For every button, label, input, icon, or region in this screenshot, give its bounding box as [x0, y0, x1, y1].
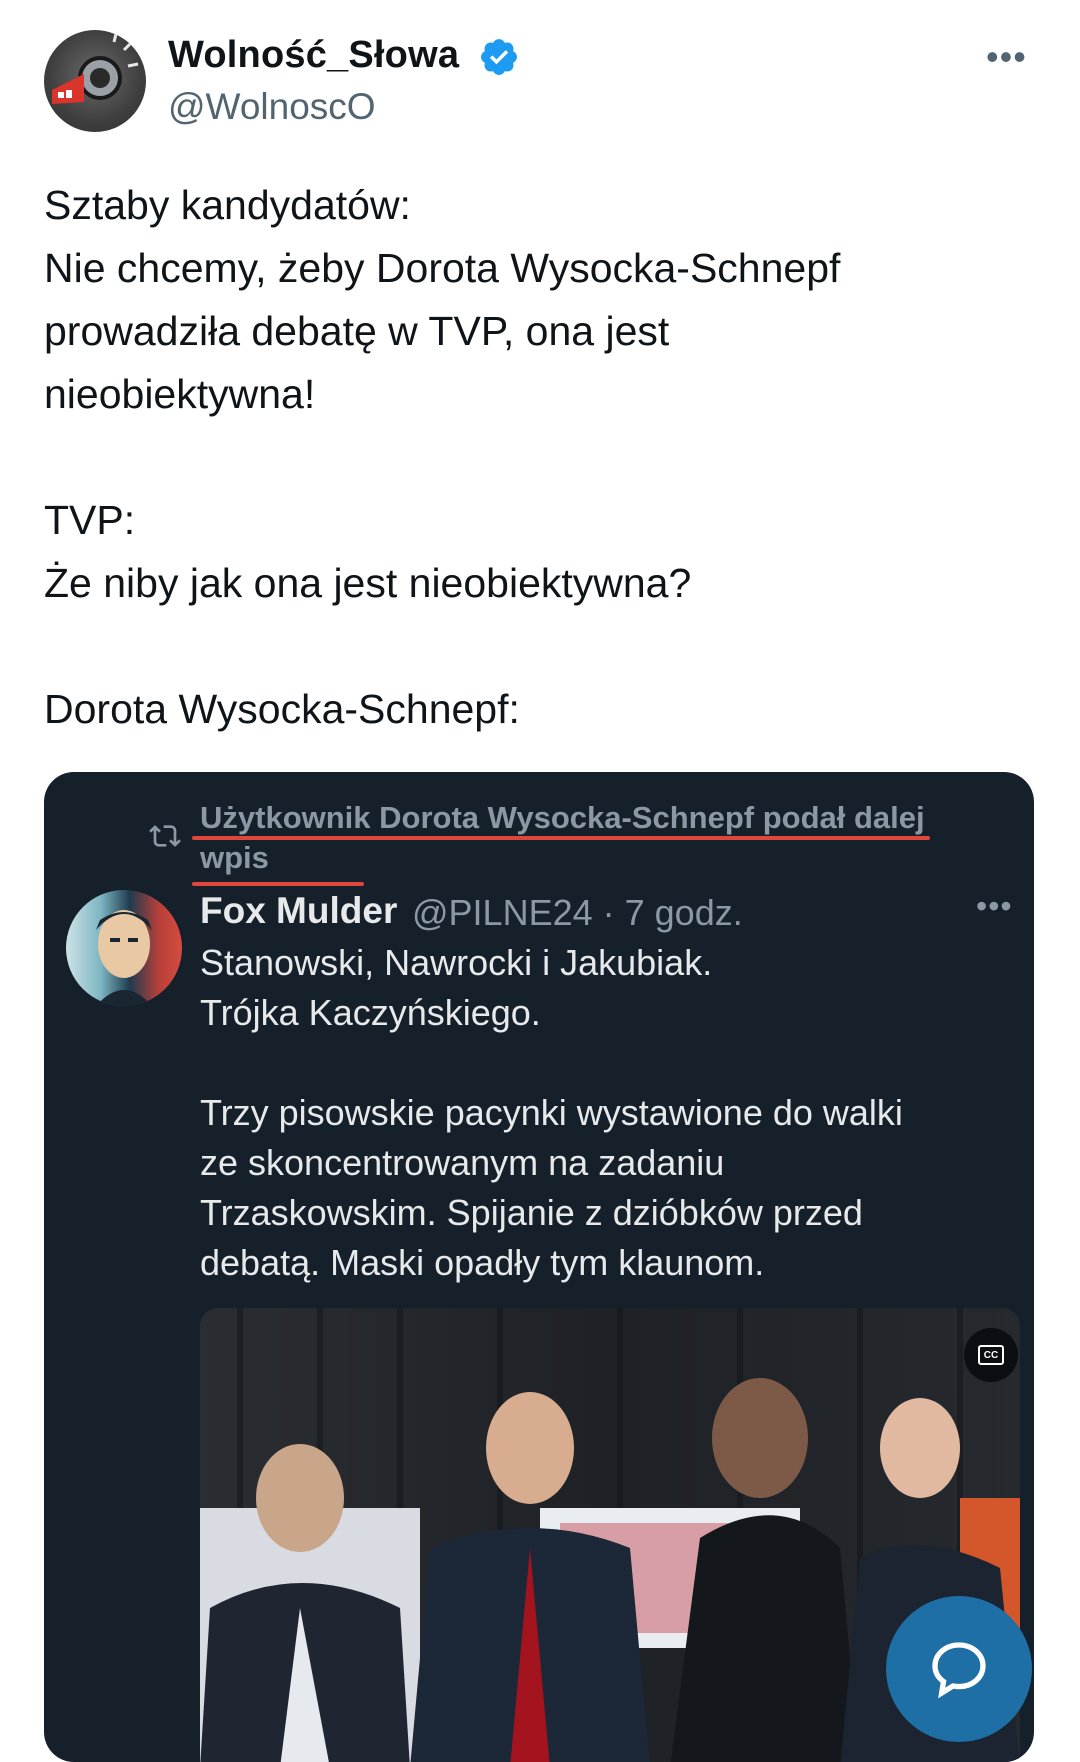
- tweet-body: Sztaby kandydatów: Nie chcemy, żeby Doro…: [44, 174, 1024, 741]
- body-line: Że niby jak ona jest nieobiektywna?: [44, 560, 692, 606]
- repost-icon: [149, 825, 181, 847]
- quoted-line: Trójka Kaczyńskiego.: [200, 992, 541, 1033]
- quoted-handle-time: @PILNE24 · 7 godz.: [412, 892, 743, 933]
- quoted-body: Stanowski, Nawrocki i Jakubiak. Trójka K…: [200, 938, 1020, 1288]
- red-underline: [192, 836, 930, 840]
- more-horizontal-icon[interactable]: •••: [986, 36, 1027, 78]
- body-line: Nie chcemy, żeby Dorota Wysocka-Schnepf: [44, 245, 841, 291]
- body-line: Dorota Wysocka-Schnepf:: [44, 686, 520, 732]
- author-display-name[interactable]: Wolność_Słowa: [168, 34, 459, 77]
- portrait-image: [96, 910, 152, 1006]
- chat-fab-button[interactable]: [886, 1596, 1032, 1742]
- embedded-screenshot[interactable]: Użytkownik Dorota Wysocka-Schnepf podał …: [44, 772, 1034, 1762]
- megaphone-icon: [52, 33, 139, 104]
- body-line: prowadziła debatę w TVP, ona jest: [44, 308, 670, 354]
- quoted-line: ze skoncentrowanym na zadaniu: [200, 1142, 725, 1183]
- quoted-line: Trzy pisowskie pacynki wystawione do wal…: [200, 1092, 903, 1133]
- quoted-line: Trzaskowskim. Spijanie z dzióbków przed: [200, 1192, 863, 1233]
- quoted-line: Stanowski, Nawrocki i Jakubiak.: [200, 942, 713, 983]
- author-avatar[interactable]: [44, 30, 146, 132]
- quoted-author-avatar: [66, 890, 182, 1006]
- author-handle[interactable]: @WolnoscO: [168, 86, 376, 128]
- verified-badge-icon: [481, 39, 517, 75]
- body-line: Sztaby kandydatów:: [44, 182, 411, 228]
- chat-bubble-icon: [932, 1642, 986, 1699]
- body-line: nieobiektywna!: [44, 371, 316, 417]
- closed-captions-icon[interactable]: CC: [964, 1328, 1018, 1382]
- quoted-line: debatą. Maski opadły tym klaunom.: [200, 1242, 765, 1283]
- more-horizontal-icon: •••: [976, 888, 1013, 924]
- body-line: TVP:: [44, 497, 136, 543]
- red-underline: [192, 882, 364, 886]
- quoted-display-name: Fox Mulder: [200, 890, 398, 931]
